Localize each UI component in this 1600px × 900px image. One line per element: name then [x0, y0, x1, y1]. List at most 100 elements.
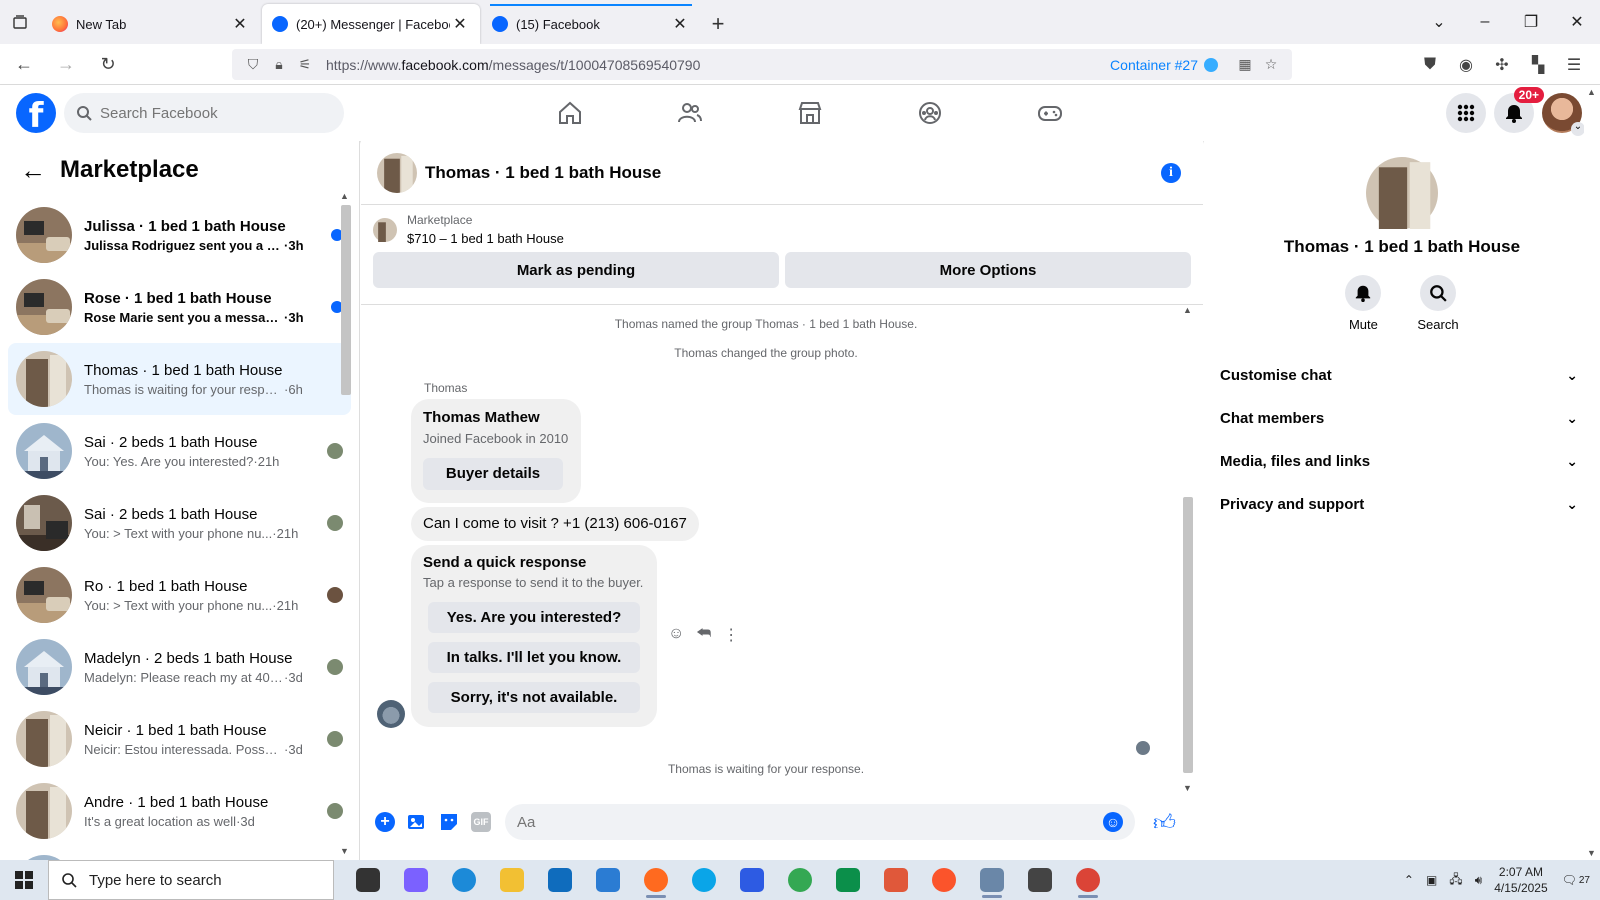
facebook-search[interactable] — [64, 93, 344, 133]
menu-icon[interactable]: ☰ — [1556, 55, 1592, 75]
scroll-thumb[interactable] — [341, 205, 351, 395]
reply-icon[interactable]: ⮪ — [696, 625, 711, 645]
quick-response-in-talks[interactable]: In talks. I'll let you know. — [428, 642, 640, 673]
menu-button[interactable] — [1446, 93, 1486, 133]
mark-as-pending-button[interactable]: Mark as pending — [373, 252, 779, 288]
tab-list-button[interactable] — [0, 0, 40, 44]
conversation-avatar[interactable] — [1366, 157, 1438, 229]
container-label[interactable]: Container #27 — [1110, 57, 1198, 73]
paint-app-taskbar-button[interactable] — [872, 860, 920, 900]
task-view-taskbar-button[interactable] — [344, 860, 392, 900]
conversation-item[interactable]: Sai · 2 beds 1 bath House You: > Text wit… — [8, 487, 351, 559]
qr-code-icon[interactable]: ▦ — [1232, 56, 1258, 73]
nav-gaming[interactable] — [990, 85, 1110, 141]
close-tab-icon[interactable]: ✕ — [230, 14, 250, 34]
section-media-files-links[interactable]: Media, files and links ⌄ — [1204, 440, 1600, 483]
notification-center[interactable]: 🗨︎ 27 — [1562, 873, 1590, 887]
file-explorer-taskbar-button[interactable] — [488, 860, 536, 900]
volume-icon[interactable]: 🔊︎ — [1475, 873, 1483, 888]
info-icon[interactable]: i — [1161, 163, 1181, 183]
sidebar-scrollbar[interactable]: ▲ ▼ — [339, 191, 351, 856]
search-conversation-button[interactable]: Search — [1417, 275, 1459, 332]
brave-taskbar-button[interactable] — [920, 860, 968, 900]
chat-scrollbar[interactable]: ▲ ▼ — [1181, 305, 1195, 793]
notifications-button[interactable]: 20+ — [1494, 87, 1544, 133]
more-icon[interactable]: ⋮ — [723, 625, 739, 645]
buyer-details-button[interactable]: Buyer details — [423, 458, 563, 490]
forward-button[interactable]: → — [48, 46, 84, 82]
conversation-item[interactable]: Ro · 1 bed 1 bath House You: > Text with … — [8, 559, 351, 631]
chat-avatar[interactable] — [377, 152, 417, 193]
reload-button[interactable]: ↻ — [90, 46, 126, 82]
account-avatar[interactable] — [1542, 93, 1585, 136]
nav-marketplace[interactable] — [750, 85, 870, 141]
message-input[interactable] — [517, 813, 1103, 831]
conversation-item[interactable]: Rose · 1 bed 1 bath House Rose Marie sent… — [8, 271, 351, 343]
word-app-taskbar-button[interactable] — [584, 860, 632, 900]
react-icon[interactable]: ☺ — [668, 625, 684, 645]
arc-app-taskbar-button[interactable] — [728, 860, 776, 900]
tray-expand-icon[interactable]: ⌃ — [1404, 873, 1414, 887]
minimize-icon[interactable]: – — [1462, 0, 1508, 44]
url-bar[interactable]: ⛉ 🔒︎ ⚟ https://www.facebook.com/messages… — [232, 49, 1292, 80]
like-icon[interactable]: 👍︎ — [1153, 809, 1176, 836]
outlook-taskbar-button[interactable] — [536, 860, 584, 900]
section-privacy-support[interactable]: Privacy and support ⌄ — [1204, 483, 1600, 526]
meet-icon[interactable]: ▣ — [1426, 873, 1437, 887]
apps-grid-icon[interactable]: ▚ — [1520, 55, 1556, 75]
taskbar-search[interactable]: Type here to search — [48, 860, 334, 900]
back-button[interactable]: ← — [6, 46, 42, 82]
conversation-item[interactable]: Nelly · 2 beds 1 bath House — [8, 847, 351, 860]
nav-home[interactable] — [510, 85, 630, 141]
pocket-icon[interactable]: ⛊ — [1412, 56, 1448, 74]
mute-button[interactable]: Mute — [1345, 275, 1382, 332]
conversation-item[interactable]: Andre · 1 bed 1 bath House It's a great l… — [8, 775, 351, 847]
conversation-item[interactable]: Julissa · 1 bed 1 bath House Julissa Rodr… — [8, 199, 351, 271]
chat-title[interactable]: Thomas · 1 bed 1 bath House — [425, 163, 661, 183]
chrome-profile-taskbar-button[interactable] — [1064, 860, 1112, 900]
listing-thumbnail[interactable] — [373, 217, 397, 242]
shield-icon[interactable]: ⛉ — [240, 56, 266, 73]
start-button[interactable] — [0, 860, 48, 900]
sticker-icon[interactable] — [439, 812, 459, 832]
close-tab-icon[interactable]: ✕ — [670, 14, 690, 34]
chrome-taskbar-button[interactable] — [776, 860, 824, 900]
settings-taskbar-button[interactable] — [1016, 860, 1064, 900]
gif-icon[interactable]: GIF — [471, 812, 491, 832]
bookmark-star-icon[interactable]: ☆ — [1258, 56, 1284, 73]
photo-icon[interactable] — [407, 812, 427, 832]
quick-response-not-available[interactable]: Sorry, it's not available. — [428, 682, 640, 713]
nav-groups[interactable] — [870, 85, 990, 141]
permissions-icon[interactable]: ⚟ — [292, 56, 318, 73]
search-input[interactable] — [100, 104, 320, 122]
network-app-taskbar-button[interactable] — [968, 860, 1016, 900]
game-app-taskbar-button[interactable] — [824, 860, 872, 900]
more-options-button[interactable]: More Options — [785, 252, 1191, 288]
edge-taskbar-button[interactable] — [440, 860, 488, 900]
emoji-icon[interactable]: ☺ — [1103, 812, 1123, 832]
sender-avatar[interactable] — [377, 700, 405, 728]
browser-tab-messenger[interactable]: (20+) Messenger | Facebook ✕ — [262, 4, 480, 44]
browser-tab-facebook[interactable]: (15) Facebook ✕ — [482, 4, 700, 44]
close-tab-icon[interactable]: ✕ — [450, 14, 470, 34]
copilot-taskbar-button[interactable] — [392, 860, 440, 900]
network-icon[interactable]: 🖧︎ — [1449, 870, 1462, 891]
back-arrow-icon[interactable]: ← — [20, 155, 46, 186]
quick-response-yes[interactable]: Yes. Are you interested? — [428, 602, 640, 633]
lock-icon[interactable]: 🔒︎ — [266, 56, 292, 73]
skype-taskbar-button[interactable] — [680, 860, 728, 900]
page-scrollbar[interactable]: ▲ ▼ — [1584, 85, 1600, 860]
section-customise-chat[interactable]: Customise chat ⌄ — [1204, 354, 1600, 397]
conversation-item[interactable]: Thomas · 1 bed 1 bath House Thomas is wai… — [8, 343, 351, 415]
conversation-item[interactable]: Sai · 2 beds 1 bath House You: Yes. Are y… — [8, 415, 351, 487]
new-tab-button[interactable]: + — [700, 4, 736, 44]
listing-price[interactable]: $710 – 1 bed 1 bath House — [407, 231, 564, 246]
nav-friends[interactable] — [630, 85, 750, 141]
message-input-wrap[interactable]: ☺ — [505, 804, 1135, 840]
extensions-icon[interactable]: ✣ — [1484, 55, 1520, 75]
add-icon[interactable]: + — [375, 812, 395, 832]
account-icon[interactable]: ◉ — [1448, 55, 1484, 75]
facebook-logo[interactable]: f — [16, 93, 56, 133]
scroll-thumb[interactable] — [1183, 497, 1193, 773]
list-all-tabs-icon[interactable]: ⌄ — [1416, 0, 1462, 44]
